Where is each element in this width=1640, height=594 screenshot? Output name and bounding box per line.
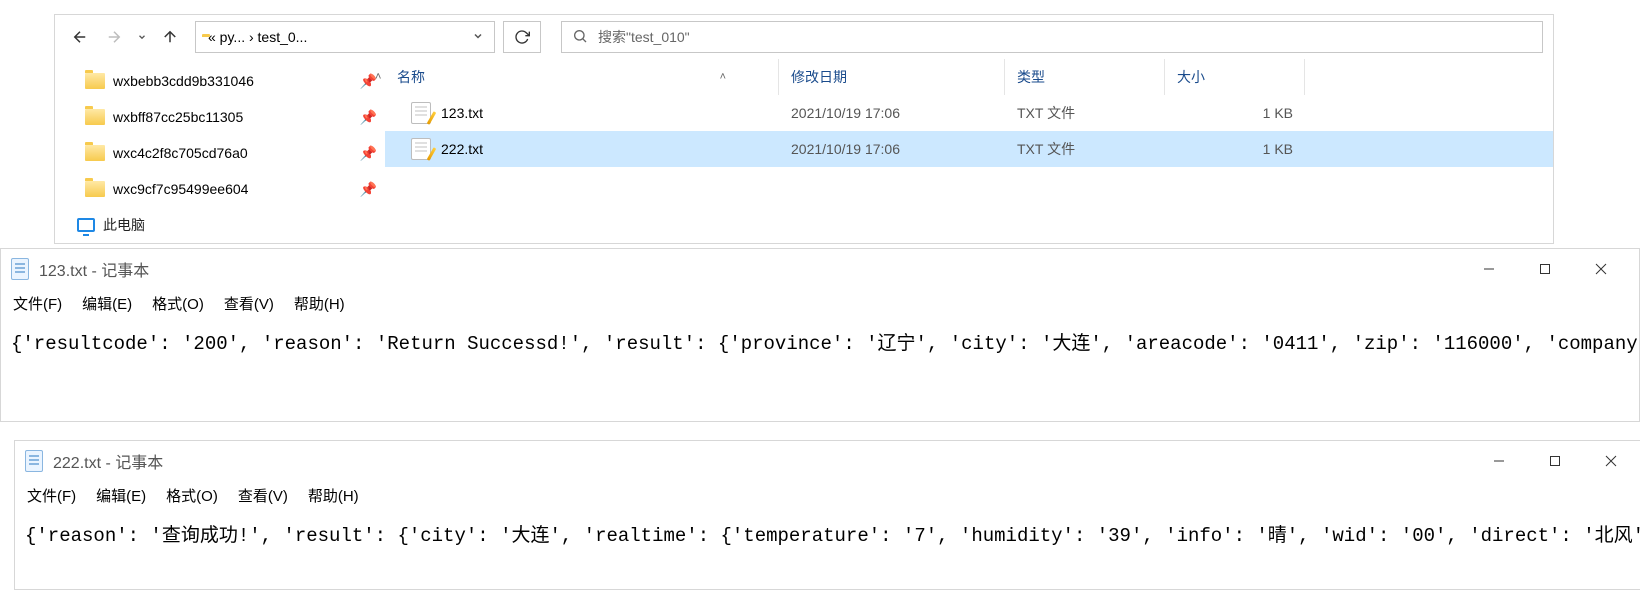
notepad-icon	[25, 450, 43, 472]
address-bar[interactable]: « py... › test_0...	[195, 21, 495, 53]
folder-icon	[85, 73, 105, 89]
editor-content[interactable]: {'reason': '查询成功!', 'result': {'city': '…	[15, 514, 1640, 553]
minimize-button[interactable]	[1461, 251, 1517, 287]
arrow-left-icon	[71, 28, 89, 46]
search-icon	[572, 28, 588, 47]
titlebar[interactable]: 222.txt - 记事本	[15, 441, 1640, 481]
chevron-down-icon	[137, 32, 147, 42]
arrow-up-icon	[161, 28, 179, 46]
file-date: 2021/10/19 17:06	[779, 141, 1005, 157]
explorer-body: ˄ wxbebb3cdd9b331046 📌 wxbff87cc25bc1130…	[55, 59, 1553, 242]
window-title: 222.txt - 记事本	[53, 449, 163, 473]
pin-icon: 📌	[360, 145, 377, 162]
column-name[interactable]: 名称 ˄	[385, 59, 779, 95]
sidebar-item-folder[interactable]: wxbff87cc25bc11305 📌	[55, 99, 385, 135]
close-button[interactable]	[1583, 443, 1639, 479]
search-placeholder: 搜索"test_010"	[598, 27, 690, 47]
file-row[interactable]: 222.txt 2021/10/19 17:06 TXT 文件 1 KB	[385, 131, 1553, 167]
menu-edit[interactable]: 编辑(E)	[82, 293, 132, 314]
scroll-up-icon[interactable]: ˄	[375, 71, 381, 83]
file-name: 222.txt	[441, 141, 483, 157]
file-type: TXT 文件	[1005, 103, 1165, 123]
maximize-icon	[1549, 455, 1561, 467]
menu-view[interactable]: 查看(V)	[238, 485, 288, 506]
editor-content[interactable]: {'resultcode': '200', 'reason': 'Return …	[1, 322, 1639, 361]
explorer-toolbar: « py... › test_0... 搜索"test_010"	[55, 15, 1553, 59]
column-date[interactable]: 修改日期	[779, 59, 1005, 95]
menu-help[interactable]: 帮助(H)	[308, 485, 359, 506]
text-file-icon	[411, 102, 431, 124]
file-type: TXT 文件	[1005, 139, 1165, 159]
notepad-icon	[11, 258, 29, 280]
menu-format[interactable]: 格式(O)	[166, 485, 218, 506]
file-name: 123.txt	[441, 105, 483, 121]
maximize-button[interactable]	[1527, 443, 1583, 479]
window-title: 123.txt - 记事本	[39, 257, 149, 281]
arrow-right-icon	[105, 28, 123, 46]
menu-format[interactable]: 格式(O)	[152, 293, 204, 314]
nav-up-button[interactable]	[155, 22, 185, 52]
refresh-button[interactable]	[503, 21, 541, 53]
close-button[interactable]	[1573, 251, 1629, 287]
file-date: 2021/10/19 17:06	[779, 105, 1005, 121]
file-explorer-window: « py... › test_0... 搜索"test_010" ˄ wxbeb…	[54, 14, 1554, 244]
menu-bar: 文件(F) 编辑(E) 格式(O) 查看(V) 帮助(H)	[1, 289, 1639, 322]
search-input[interactable]: 搜索"test_010"	[561, 21, 1543, 53]
menu-help[interactable]: 帮助(H)	[294, 293, 345, 314]
maximize-icon	[1539, 263, 1551, 275]
minimize-button[interactable]	[1471, 443, 1527, 479]
sidebar-item-label: wxbebb3cdd9b331046	[113, 73, 254, 89]
computer-icon	[77, 218, 95, 232]
sidebar-item-folder[interactable]: wxc4c2f8c705cd76a0 📌	[55, 135, 385, 171]
nav-recent-dropdown[interactable]	[133, 22, 151, 52]
sidebar-item-this-pc[interactable]: 此电脑	[55, 207, 385, 242]
file-size: 1 KB	[1165, 105, 1305, 121]
address-dropdown[interactable]	[468, 29, 488, 45]
address-path: « py... › test_0...	[208, 29, 468, 45]
column-label: 修改日期	[791, 67, 847, 87]
pin-icon: 📌	[360, 109, 377, 126]
minimize-icon	[1493, 455, 1505, 467]
notepad-window-2: 222.txt - 记事本 文件(F) 编辑(E) 格式(O) 查看(V) 帮助…	[14, 440, 1640, 590]
minimize-icon	[1483, 263, 1495, 275]
folder-icon	[85, 145, 105, 161]
sidebar-item-folder[interactable]: wxbebb3cdd9b331046 📌	[55, 63, 385, 99]
text-file-icon	[411, 138, 431, 160]
sidebar-item-label: wxc9cf7c95499ee604	[113, 181, 248, 197]
file-row[interactable]: 123.txt 2021/10/19 17:06 TXT 文件 1 KB	[385, 95, 1553, 131]
menu-file[interactable]: 文件(F)	[13, 293, 62, 314]
maximize-button[interactable]	[1517, 251, 1573, 287]
file-size: 1 KB	[1165, 141, 1305, 157]
menu-view[interactable]: 查看(V)	[224, 293, 274, 314]
column-label: 名称	[397, 67, 425, 87]
refresh-icon	[514, 29, 530, 45]
column-label: 大小	[1177, 67, 1205, 87]
column-size[interactable]: 大小	[1165, 59, 1305, 95]
nav-back-button[interactable]	[65, 22, 95, 52]
column-label: 类型	[1017, 67, 1045, 87]
sidebar: ˄ wxbebb3cdd9b331046 📌 wxbff87cc25bc1130…	[55, 59, 385, 242]
titlebar[interactable]: 123.txt - 记事本	[1, 249, 1639, 289]
nav-forward-button[interactable]	[99, 22, 129, 52]
sidebar-item-folder[interactable]: wxc9cf7c95499ee604 📌	[55, 171, 385, 207]
close-icon	[1595, 263, 1607, 275]
column-type[interactable]: 类型	[1005, 59, 1165, 95]
file-list: 名称 ˄ 修改日期 类型 大小 123.txt 2021/10/19 17:06…	[385, 59, 1553, 242]
sidebar-item-label: wxc4c2f8c705cd76a0	[113, 145, 248, 161]
folder-icon	[85, 109, 105, 125]
notepad-window-1: 123.txt - 记事本 文件(F) 编辑(E) 格式(O) 查看(V) 帮助…	[0, 248, 1640, 422]
file-list-header: 名称 ˄ 修改日期 类型 大小	[385, 59, 1553, 95]
folder-icon	[85, 181, 105, 197]
chevron-down-icon	[472, 30, 484, 42]
sort-ascending-icon: ˄	[720, 71, 726, 83]
sidebar-item-label: 此电脑	[103, 215, 145, 235]
menu-file[interactable]: 文件(F)	[27, 485, 76, 506]
close-icon	[1605, 455, 1617, 467]
menu-bar: 文件(F) 编辑(E) 格式(O) 查看(V) 帮助(H)	[15, 481, 1640, 514]
sidebar-item-label: wxbff87cc25bc11305	[113, 109, 243, 125]
pin-icon: 📌	[360, 181, 377, 198]
menu-edit[interactable]: 编辑(E)	[96, 485, 146, 506]
